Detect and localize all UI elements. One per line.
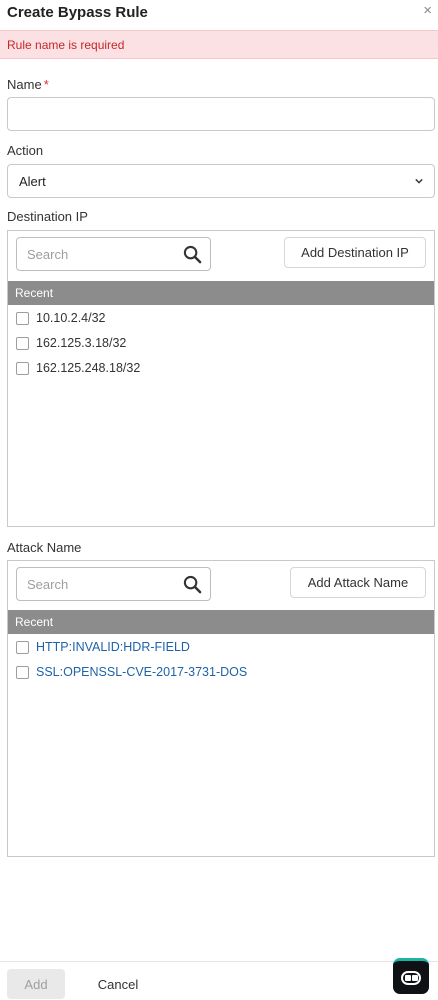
action-selected-value: Alert: [19, 174, 46, 189]
chevron-down-icon: [415, 178, 423, 184]
destination-ip-panel: Search Add Destination IP Recent 10.10.2…: [7, 230, 435, 527]
search-placeholder: Search: [27, 247, 69, 262]
ip-item-label: 162.125.248.18/32: [36, 361, 141, 375]
list-item[interactable]: SSL:OPENSSL-CVE-2017-3731-DOS: [16, 663, 247, 681]
attack-name-panel: Search Add Attack Name Recent HTTP:INVAL…: [7, 560, 435, 857]
attack-name-label: Attack Name: [7, 540, 82, 555]
assistant-bot-icon[interactable]: [393, 958, 429, 994]
dialog-header: Create Bypass Rule ×: [0, 0, 438, 28]
destination-ip-search-input[interactable]: Search: [16, 237, 211, 271]
ip-item-label: 162.125.3.18/32: [36, 336, 127, 350]
error-banner: Rule name is required: [0, 30, 438, 59]
add-attack-name-button[interactable]: Add Attack Name: [290, 567, 426, 598]
list-item[interactable]: 162.125.248.18/32: [16, 359, 140, 377]
bot-eye-right: [412, 975, 418, 981]
search-icon[interactable]: [183, 245, 202, 264]
destination-ip-label: Destination IP: [7, 209, 88, 224]
error-message: Rule name is required: [7, 38, 125, 52]
attack-item-link[interactable]: SSL:OPENSSL-CVE-2017-3731-DOS: [36, 665, 247, 679]
action-label: Action: [7, 143, 44, 158]
footer-divider: [0, 961, 438, 962]
checkbox[interactable]: [16, 361, 29, 375]
bot-eye-left: [405, 975, 411, 981]
action-select[interactable]: Alert: [7, 164, 435, 198]
bot-face: [401, 971, 421, 985]
name-label: Name *: [7, 77, 49, 92]
attack-name-search-input[interactable]: Search: [16, 567, 211, 601]
search-icon[interactable]: [183, 575, 202, 594]
search-placeholder: Search: [27, 577, 69, 592]
recent-header: Recent: [8, 610, 434, 634]
add-destination-ip-button[interactable]: Add Destination IP: [284, 237, 426, 268]
close-icon[interactable]: ×: [423, 2, 432, 20]
checkbox[interactable]: [16, 640, 29, 654]
list-item[interactable]: HTTP:INVALID:HDR-FIELD: [16, 638, 190, 656]
checkbox[interactable]: [16, 311, 29, 325]
required-mark: *: [43, 77, 49, 92]
checkbox[interactable]: [16, 336, 29, 350]
recent-header: Recent: [8, 281, 434, 305]
checkbox[interactable]: [16, 665, 29, 679]
list-item[interactable]: 10.10.2.4/32: [16, 309, 106, 327]
attack-item-link[interactable]: HTTP:INVALID:HDR-FIELD: [36, 640, 190, 654]
list-item[interactable]: 162.125.3.18/32: [16, 334, 126, 352]
name-input[interactable]: [7, 97, 435, 131]
add-button[interactable]: Add: [7, 969, 65, 999]
cancel-button[interactable]: Cancel: [90, 969, 146, 999]
dialog-title: Create Bypass Rule: [7, 4, 148, 21]
ip-item-label: 10.10.2.4/32: [36, 311, 106, 325]
